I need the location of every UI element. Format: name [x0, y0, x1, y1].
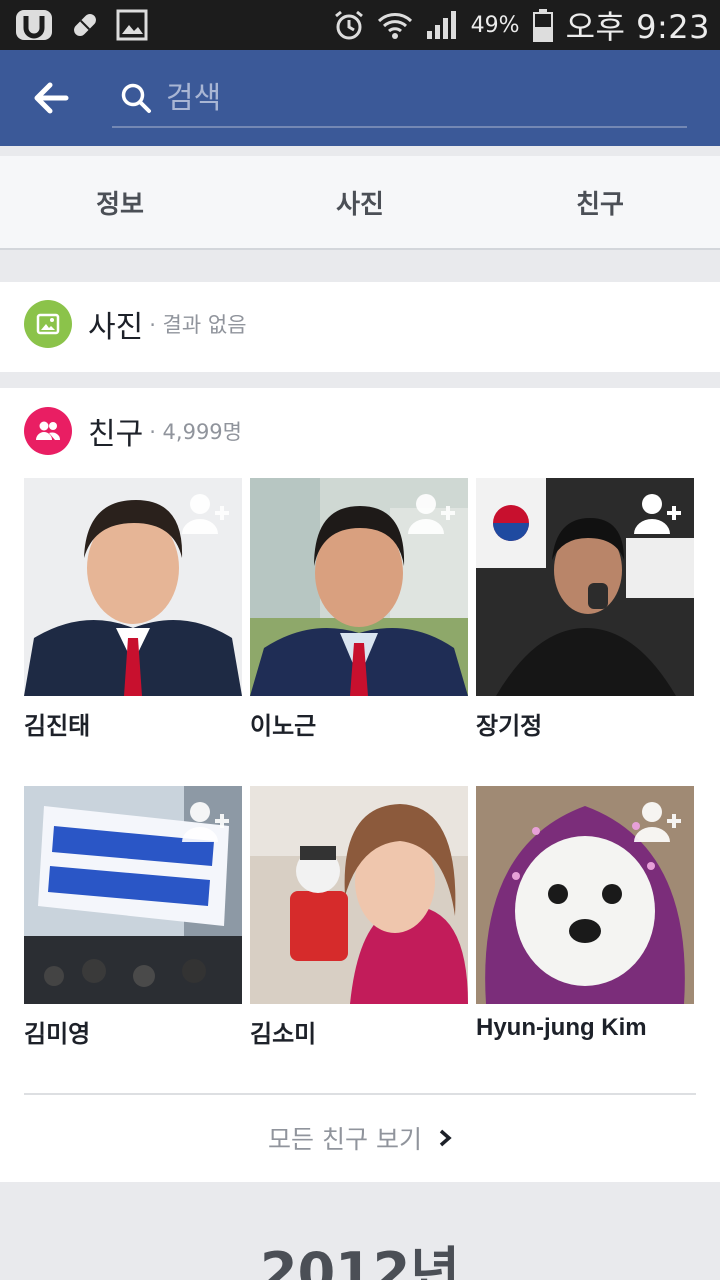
tab-photos[interactable]: 사진 [240, 156, 480, 248]
friend-card[interactable]: 김진태 [24, 478, 242, 741]
friends-section-header: 친구 · 4,999명 [24, 407, 242, 455]
image-icon [116, 9, 148, 41]
photos-section: 사진 · 결과 없음 [0, 282, 720, 372]
tab-friends[interactable]: 친구 [480, 156, 720, 248]
add-friend-icon[interactable] [632, 492, 684, 536]
friend-card[interactable]: 이노근 [250, 478, 468, 741]
friend-photo[interactable] [24, 786, 242, 1004]
add-friend-icon[interactable] [632, 800, 684, 844]
friend-photo[interactable] [24, 478, 242, 696]
battery-percent: 49% [470, 12, 520, 38]
back-arrow-icon [34, 82, 69, 114]
u-plus-icon [16, 10, 52, 40]
photo-icon [36, 313, 60, 335]
friends-section-title: 친구 [88, 417, 144, 452]
search-icon [121, 83, 151, 113]
signal-icon [426, 11, 456, 39]
search-box [112, 72, 687, 128]
friend-photo[interactable] [476, 478, 694, 696]
year-header: 2012년 [260, 1241, 460, 1280]
friend-photo[interactable] [476, 786, 694, 1004]
photos-section-icon [24, 300, 72, 348]
divider [24, 1093, 696, 1095]
friends-section-count: · 4,999명 [149, 420, 242, 444]
friend-card[interactable]: 김소미 [250, 786, 468, 1049]
friend-photo[interactable] [250, 786, 468, 1004]
wifi-icon [377, 13, 412, 39]
friend-name[interactable]: 김미영 [24, 1014, 242, 1049]
status-bar: 49% 오후 9:23 [0, 0, 720, 50]
friend-name[interactable]: Hyun-jung Kim [476, 1014, 694, 1042]
friend-name[interactable]: 김소미 [250, 1014, 468, 1049]
tab-info[interactable]: 정보 [0, 156, 240, 248]
search-input[interactable] [166, 76, 666, 120]
alarm-icon [334, 10, 363, 40]
selfie-image [250, 786, 468, 1004]
friend-card[interactable]: Hyun-jung Kim [476, 786, 694, 1042]
friend-name[interactable]: 이노근 [250, 706, 468, 741]
friends-section: 친구 · 4,999명 김진태 이노근 장기정 김미영 김소미 Hyun-jun… [0, 388, 720, 1182]
friends-section-icon [24, 407, 72, 455]
friends-icon [36, 421, 61, 440]
friend-card[interactable]: 장기정 [476, 478, 694, 741]
clock: 오후 9:23 [565, 8, 710, 46]
photos-section-header: 사진 · 결과 없음 [24, 300, 247, 348]
photos-section-meta: · 결과 없음 [149, 313, 247, 337]
add-friend-icon[interactable] [180, 492, 232, 536]
friend-name[interactable]: 장기정 [476, 706, 694, 741]
see-all-friends-link[interactable]: 모든 친구 보기 [0, 1113, 720, 1163]
chevron-right-icon [439, 1129, 452, 1147]
friend-photo[interactable] [250, 478, 468, 696]
pill-icon [74, 14, 96, 36]
tab-bar: 정보 사진 친구 [0, 156, 720, 250]
back-button[interactable] [30, 78, 80, 118]
photos-section-title: 사진 [88, 310, 144, 345]
friend-card[interactable]: 김미영 [24, 786, 242, 1049]
add-friend-icon[interactable] [406, 492, 458, 536]
friend-name[interactable]: 김진태 [24, 706, 242, 741]
battery-icon [532, 9, 553, 42]
see-all-friends-label: 모든 친구 보기 [268, 1125, 422, 1154]
add-friend-icon[interactable] [180, 800, 232, 844]
search-app-bar [0, 50, 720, 146]
